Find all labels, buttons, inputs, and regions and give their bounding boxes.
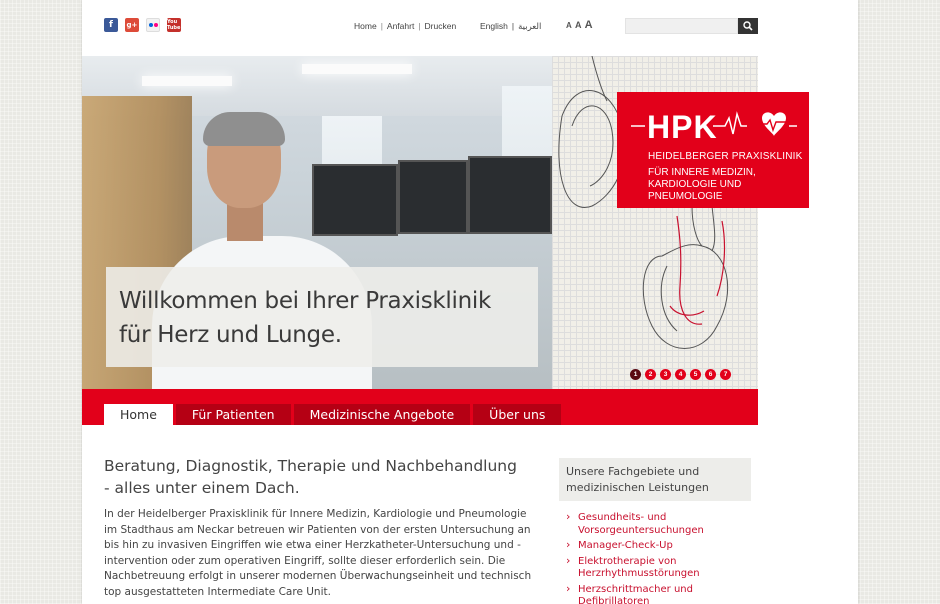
font-size-controls: A A A (566, 19, 593, 31)
search-form (625, 18, 758, 34)
service-link[interactable]: Gesundheits- und Vorsorgeuntersuchungen (566, 511, 751, 537)
search-icon (743, 21, 753, 31)
hpk-logo[interactable]: HPK HEIDELBERGER PRAXISKLINIK FÜR INNERE… (617, 92, 809, 208)
services-link-list: Gesundheits- und Vorsorgeuntersuchungen M… (559, 511, 751, 604)
logo-tagline-1: HEIDELBERGER PRAXISKLINIK (648, 151, 803, 162)
monitor (468, 156, 552, 234)
facebook-icon[interactable]: f (104, 18, 118, 32)
monitor (312, 164, 398, 236)
monitor (398, 160, 468, 234)
english-link[interactable]: English (480, 21, 508, 32)
nav-item-ueber-uns[interactable]: Über uns (473, 404, 562, 425)
nav-item-fuer-patienten[interactable]: Für Patienten (175, 404, 291, 425)
service-link[interactable]: Manager-Check-Up (566, 539, 751, 553)
slide-dot-4[interactable]: 4 (675, 369, 686, 380)
slide-dot-2[interactable]: 2 (645, 369, 656, 380)
welcome-line-1: Willkommen bei Ihrer Praxisklinik (119, 288, 491, 314)
welcome-line-2: für Herz und Lunge. (119, 322, 342, 348)
font-medium-button[interactable]: A (575, 20, 582, 30)
main-nav-items: Home Für Patienten Medizinische Angebote Üb… (104, 404, 562, 425)
separator: | (511, 21, 515, 31)
slide-dot-7[interactable]: 7 (720, 369, 731, 380)
logo-tagline-2: FÜR INNERE MEDIZIN, KARDIOLOGIE UND PNEU… (648, 167, 756, 202)
nav-item-medizinische-angebote[interactable]: Medizinische Angebote (293, 404, 471, 425)
flickr-icon[interactable] (146, 18, 160, 32)
logo-wordmark: HPK (647, 109, 718, 145)
slide-dot-6[interactable]: 6 (705, 369, 716, 380)
font-small-button[interactable]: A (566, 21, 572, 30)
ceiling-lamp (142, 76, 232, 86)
slider-pagination: 1234567 (630, 369, 731, 380)
search-input[interactable] (625, 18, 738, 34)
drucken-link[interactable]: Drucken (425, 21, 457, 31)
separator: | (418, 21, 421, 31)
service-link[interactable]: Herzschrittmacher und Defibrillatoren (566, 583, 751, 604)
welcome-banner: Willkommen bei Ihrer Praxisklinik für He… (106, 267, 538, 367)
utility-nav: Home | Anfahrt | Drucken (354, 21, 456, 31)
services-sidebox: Unsere Fachgebiete und medizinischen Lei… (559, 458, 751, 604)
main-navigation: Home Für Patienten Medizinische Angebote Üb… (82, 389, 758, 425)
intro-paragraph: In der Heidelberger Praxisklinik für Inn… (104, 508, 532, 598)
sidebox-title: Unsere Fachgebiete und medizinischen Lei… (559, 458, 751, 501)
youtube-icon[interactable]: You Tube (167, 18, 181, 32)
search-button[interactable] (738, 18, 758, 34)
slide-dot-5[interactable]: 5 (690, 369, 701, 380)
arabic-link[interactable]: العربية (518, 21, 541, 32)
language-switcher: English | العربية (480, 21, 541, 32)
page-container: f g+ You Tube Home | Anfahrt | Drucken E… (82, 0, 858, 604)
service-link[interactable]: Elektrotherapie von Herzrhythmusstörunge… (566, 555, 751, 581)
google-plus-icon[interactable]: g+ (125, 18, 139, 32)
ceiling-lamp (302, 64, 412, 74)
anfahrt-link[interactable]: Anfahrt (387, 21, 414, 31)
slide-dot-3[interactable]: 3 (660, 369, 671, 380)
nav-item-home[interactable]: Home (104, 404, 173, 425)
separator: | (380, 21, 383, 31)
home-link[interactable]: Home (354, 21, 377, 31)
slide-dot-1[interactable]: 1 (630, 369, 641, 380)
doctor-hair (203, 112, 285, 146)
page-headline: Beratung, Diagnostik, Therapie und Nachb… (104, 457, 517, 497)
social-links: f g+ You Tube (104, 18, 181, 32)
font-large-button[interactable]: A (585, 19, 593, 31)
